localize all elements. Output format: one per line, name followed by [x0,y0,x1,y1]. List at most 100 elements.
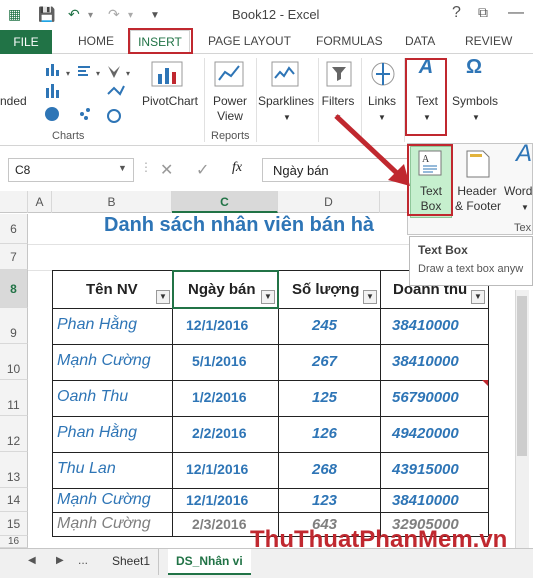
row-11-header[interactable]: 11 [0,380,28,416]
cell-qty-r6[interactable]: 123 [312,492,337,509]
filter-button-doanh-thu[interactable]: ▼ [471,290,485,304]
power-view-label-2[interactable]: View [208,109,252,124]
name-box-dropdown-icon[interactable]: ▼ [118,163,127,173]
more-sheets-left[interactable]: ... [78,553,88,567]
row-9-header[interactable]: 9 [0,308,28,344]
undo-icon[interactable]: ↶ [68,6,80,23]
sheet-tab-sheet1[interactable]: Sheet1 [104,549,160,575]
sheet-title[interactable]: Danh sách nhân viên bán hà [104,214,374,237]
row-15-header[interactable]: 15 [0,512,28,536]
power-view-label-1[interactable]: Power [208,94,252,109]
cell-qty-r3[interactable]: 125 [312,389,337,406]
column-b-header[interactable]: B [52,191,172,213]
row-6-header[interactable]: 6 [0,214,28,244]
column-a-header[interactable]: A [28,191,52,213]
vertical-scrollbar-thumb[interactable] [517,296,527,456]
header-footer-label-2[interactable]: & Footer [452,199,504,214]
symbols-dropdown-icon[interactable]: ▼ [461,110,491,125]
cancel-icon[interactable]: ✕ [160,160,173,180]
cell-date-r1[interactable]: 12/1/2016 [186,317,248,333]
cell-revenue-r4[interactable]: 49420000 [392,425,459,442]
cell-name-r5[interactable]: Thu Lan [57,460,116,478]
row-14-header[interactable]: 14 [0,488,28,512]
filter-button-ten-nv[interactable]: ▼ [156,290,170,304]
cell-revenue-r5[interactable]: 43915000 [392,461,459,478]
sparklines-icon[interactable] [270,60,300,90]
prev-sheet-icon[interactable]: ◀ [28,555,36,566]
header-footer-label-1[interactable]: Header [454,184,500,199]
header-so-luong[interactable]: Số lượng [292,281,359,298]
column-c-header[interactable]: C [172,191,278,213]
wordart-label[interactable]: Word [504,184,533,199]
wordart-dropdown-icon[interactable]: ▼ [518,200,532,215]
cell-name-r1[interactable]: Phan Hằng [57,316,137,334]
cell-date-r4[interactable]: 2/2/2016 [192,425,247,441]
comment-indicator[interactable] [482,380,488,386]
save-icon[interactable]: 💾 [38,6,55,23]
links-label[interactable]: Links [362,94,402,109]
chart-icons-grid[interactable]: ▾ ▾ ▾ [42,60,142,126]
column-d-header[interactable]: D [278,191,380,213]
redo-icon[interactable]: ↷ [108,6,120,23]
row-8-header[interactable]: 8 [0,270,28,308]
cell-revenue-r3[interactable]: 56790000 [392,389,459,406]
cell-revenue-r1[interactable]: 38410000 [392,317,459,334]
cell-name-r7[interactable]: Mạnh Cường [57,515,151,533]
links-icon[interactable] [369,60,397,90]
pivotchart-icon[interactable] [150,60,186,90]
cell-name-r3[interactable]: Oanh Thu [57,388,128,406]
next-sheet-icon[interactable]: ▶ [56,555,64,566]
cell-date-r6[interactable]: 12/1/2016 [186,492,248,508]
help-button[interactable]: ? [452,4,461,22]
minimize-icon[interactable]: — [508,4,524,22]
cell-name-r6[interactable]: Mạnh Cường [57,491,151,509]
cell-revenue-r2[interactable]: 38410000 [392,353,459,370]
undo-dropdown-icon[interactable]: ▾ [88,10,93,21]
filters-icon[interactable] [325,60,353,90]
cell-name-r2[interactable]: Mạnh Cường [57,352,151,370]
header-ten-nv[interactable]: Tên NV [86,281,138,298]
header-footer-icon[interactable] [466,150,490,178]
tab-home[interactable]: HOME [78,34,114,48]
cell-date-r5[interactable]: 12/1/2016 [186,461,248,477]
tab-formulas[interactable]: FORMULAS [316,34,383,48]
tab-file[interactable]: FILE [0,30,52,54]
symbols-label[interactable]: Symbols [448,94,502,109]
tab-review[interactable]: REVIEW [465,34,512,48]
cell-date-r2[interactable]: 5/1/2016 [192,353,247,369]
sparklines-dropdown-icon[interactable]: ▼ [272,110,302,125]
filter-button-ngay-ban[interactable]: ▼ [261,290,275,304]
tab-data[interactable]: DATA [405,34,435,48]
sheet-tab-active[interactable]: DS_Nhân vi [168,549,251,575]
enter-icon[interactable]: ✓ [196,160,209,180]
symbols-icon[interactable]: Ω [460,57,488,77]
pivotchart-label[interactable]: PivotChart [140,94,200,109]
cell-date-r3[interactable]: 1/2/2016 [192,389,247,405]
header-ngay-ban[interactable]: Ngày bán [188,281,256,298]
cell-name-r4[interactable]: Phan Hằng [57,424,137,442]
name-box[interactable]: C8 [8,158,134,182]
restore-icon[interactable]: ⧉ [478,4,488,21]
row-10-header[interactable]: 10 [0,344,28,380]
cell-qty-r2[interactable]: 267 [312,353,337,370]
row-7-header[interactable]: 7 [0,244,28,270]
recommended-label-clipped[interactable]: nded [0,94,40,109]
cell-qty-r1[interactable]: 245 [312,317,337,334]
redo-dropdown-icon[interactable]: ▾ [128,10,133,21]
filters-label[interactable]: Filters [318,94,358,109]
row-12-header[interactable]: 12 [0,416,28,452]
row-16-header[interactable]: 16 [0,536,28,548]
cell-qty-r5[interactable]: 268 [312,461,337,478]
tab-page-layout[interactable]: PAGE LAYOUT [208,34,291,48]
cell-qty-r4[interactable]: 126 [312,425,337,442]
row-13-header[interactable]: 13 [0,452,28,488]
cell-date-r7[interactable]: 2/3/2016 [192,516,247,532]
insert-function-icon[interactable]: fx [232,160,242,176]
filter-button-so-luong[interactable]: ▼ [363,290,377,304]
cell-revenue-r6[interactable]: 38410000 [392,492,459,509]
wordart-icon[interactable]: A [512,142,533,166]
customize-icon[interactable]: ▼ [150,10,160,21]
select-all-corner[interactable] [0,191,28,213]
sparklines-label[interactable]: Sparklines [256,94,316,109]
power-view-icon[interactable] [213,60,247,90]
